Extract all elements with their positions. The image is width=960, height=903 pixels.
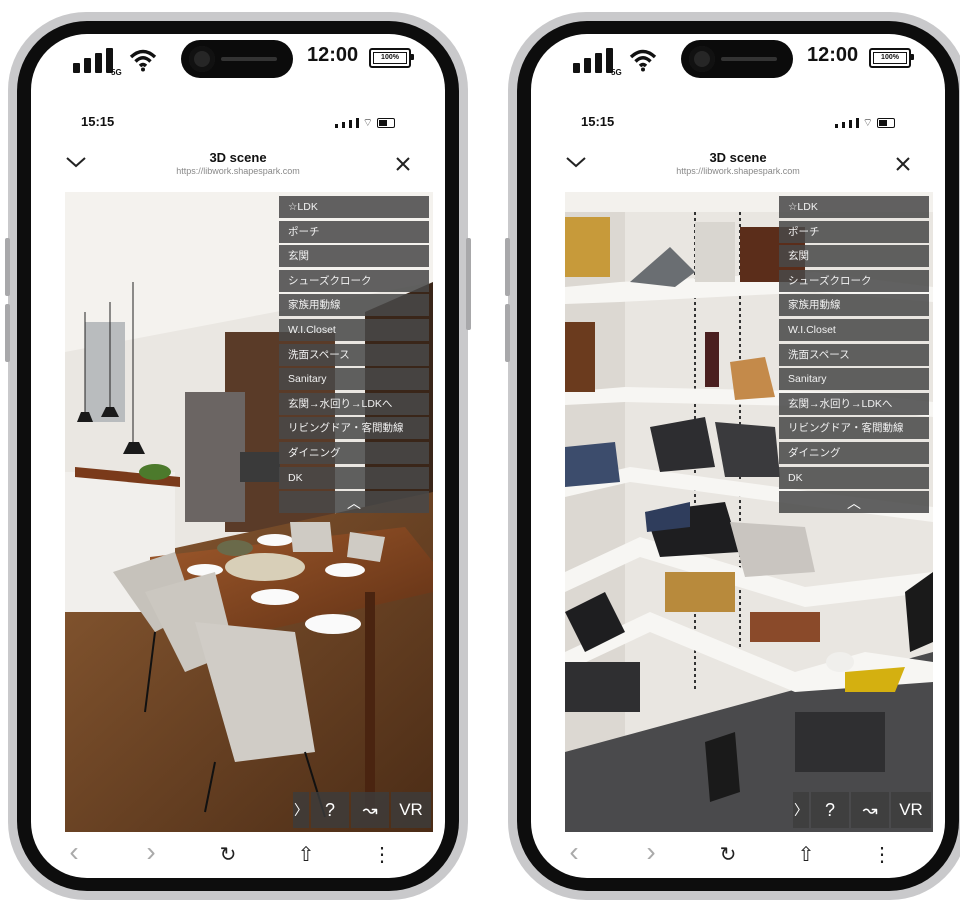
status-time: 12:00	[807, 44, 859, 66]
vr-button[interactable]: VR	[391, 792, 431, 828]
inner-status-icons: ⌔	[834, 117, 895, 129]
status-time: 12:00	[307, 44, 359, 66]
viewer-controls: 〉 ? ↝ VR	[793, 792, 931, 828]
reload-icon[interactable]: ↻	[213, 842, 243, 867]
battery-icon	[877, 118, 895, 128]
menu-item-dining[interactable]: ダイニング	[279, 441, 429, 464]
side-button	[505, 304, 510, 362]
battery-icon: 100%	[369, 48, 414, 68]
expand-button[interactable]: 〉	[793, 792, 809, 828]
forward-icon[interactable]: ›	[136, 838, 166, 866]
battery-label: 100%	[373, 52, 407, 64]
menu-item-family-route[interactable]: 家族用動線	[279, 294, 429, 317]
back-icon[interactable]: ‹	[559, 838, 589, 866]
wifi-icon	[129, 49, 157, 72]
menu-item-family-route[interactable]: 家族用動線	[779, 294, 929, 317]
viewpoint-menu: ☆LDK ポーチ 玄関 シューズクローク 家族用動線 W.I.Closet 洗面…	[779, 196, 929, 514]
help-button[interactable]: ?	[311, 792, 349, 828]
status-bar: 5G 12:00 100%	[531, 34, 945, 102]
share-icon[interactable]: ⇧	[291, 842, 321, 867]
dynamic-island	[681, 40, 793, 78]
menu-collapse-button[interactable]: ︿	[279, 491, 429, 514]
menu-item-living-door[interactable]: リビングドア・客間動線	[779, 417, 929, 440]
menu-item-entrance[interactable]: 玄関	[779, 245, 929, 268]
reload-icon[interactable]: ↻	[713, 842, 743, 867]
menu-item-entrance-to-ldk[interactable]: 玄関→水回り→LDKへ	[779, 392, 929, 415]
forward-icon[interactable]: ›	[636, 838, 666, 866]
menu-item-ldk[interactable]: ☆LDK	[279, 196, 429, 218]
menu-item-sanitary[interactable]: Sanitary	[279, 368, 429, 391]
menu-item-dk[interactable]: DK	[779, 466, 929, 489]
viewer-controls: 〉 ? ↝ VR	[293, 792, 431, 828]
menu-item-washroom[interactable]: 洗面スペース	[279, 343, 429, 366]
page-url: https://libwork.shapespark.com	[676, 166, 800, 176]
menu-collapse-button[interactable]: ︿	[779, 491, 929, 514]
network-label: 5G	[111, 68, 122, 77]
menu-item-wi-closet[interactable]: W.I.Closet	[779, 318, 929, 341]
browser-toolbar: ‹ › ↻ ⇧ ⋮	[31, 838, 445, 872]
wifi-icon	[629, 49, 657, 72]
battery-icon: 100%	[869, 48, 914, 68]
side-button	[466, 238, 471, 330]
camera-icon	[189, 46, 215, 72]
menu-item-ldk[interactable]: ☆LDK	[779, 196, 929, 218]
inner-status-time: 15:15	[581, 114, 615, 129]
menu-item-living-door[interactable]: リビングドア・客間動線	[279, 417, 429, 440]
vr-button[interactable]: VR	[891, 792, 931, 828]
signal-icon	[573, 48, 613, 73]
status-bar: 5G 12:00 100%	[31, 34, 445, 102]
wifi-icon: ⌔	[862, 117, 873, 129]
help-button[interactable]: ?	[811, 792, 849, 828]
menu-item-dining[interactable]: ダイニング	[779, 441, 929, 464]
browser-toolbar: ‹ › ↻ ⇧ ⋮	[531, 838, 945, 872]
phone-screen: 5G 12:00 100% 15:15 ⌔ 3D scene https://l…	[531, 34, 945, 878]
side-button	[5, 304, 10, 362]
more-icon[interactable]: ⋮	[867, 842, 897, 867]
menu-item-entrance[interactable]: 玄関	[279, 245, 429, 268]
browser-title-area: 3D scene https://libwork.shapespark.com	[31, 150, 445, 176]
camera-icon	[689, 46, 715, 72]
page-title: 3D scene	[709, 150, 767, 165]
close-icon[interactable]	[895, 156, 911, 172]
page-title: 3D scene	[209, 150, 267, 165]
back-icon[interactable]: ‹	[59, 838, 89, 866]
menu-item-shoe-cloak[interactable]: シューズクローク	[779, 269, 929, 292]
phone-right: 5G 12:00 100% 15:15 ⌔ 3D scene https://l…	[505, 12, 960, 900]
menu-item-porch[interactable]: ポーチ	[279, 220, 429, 243]
menu-item-shoe-cloak[interactable]: シューズクローク	[279, 269, 429, 292]
menu-item-sanitary[interactable]: Sanitary	[779, 368, 929, 391]
phone-screen: 5G 12:00 100% 15:15 ⌔ 3D scene https://l…	[31, 34, 445, 878]
battery-icon	[377, 118, 395, 128]
side-button	[5, 238, 10, 296]
browser-title-area: 3D scene https://libwork.shapespark.com	[531, 150, 945, 176]
3d-viewport[interactable]: ☆LDK ポーチ 玄関 シューズクローク 家族用動線 W.I.Closet 洗面…	[565, 192, 933, 832]
path-button[interactable]: ↝	[851, 792, 889, 828]
page-url: https://libwork.shapespark.com	[176, 166, 300, 176]
3d-viewport[interactable]: ☆LDK ポーチ 玄関 シューズクローク 家族用動線 W.I.Closet 洗面…	[65, 192, 433, 832]
expand-button[interactable]: 〉	[293, 792, 309, 828]
share-icon[interactable]: ⇧	[791, 842, 821, 867]
phone-left: 5G 12:00 100% 15:15 ⌔ 3D scene https://l…	[5, 12, 471, 900]
viewpoint-menu: ☆LDK ポーチ 玄関 シューズクローク 家族用動線 W.I.Closet 洗面…	[279, 196, 429, 514]
wifi-icon: ⌔	[362, 117, 373, 129]
signal-icon	[73, 48, 113, 73]
more-icon[interactable]: ⋮	[367, 842, 397, 867]
menu-item-dk[interactable]: DK	[279, 466, 429, 489]
inner-status-time: 15:15	[81, 114, 115, 129]
close-icon[interactable]	[395, 156, 411, 172]
network-label: 5G	[611, 68, 622, 77]
side-button	[505, 238, 510, 296]
menu-item-washroom[interactable]: 洗面スペース	[779, 343, 929, 366]
path-button[interactable]: ↝	[351, 792, 389, 828]
dynamic-island	[181, 40, 293, 78]
inner-status-icons: ⌔	[334, 117, 395, 129]
menu-item-porch[interactable]: ポーチ	[779, 220, 929, 243]
menu-item-wi-closet[interactable]: W.I.Closet	[279, 318, 429, 341]
battery-label: 100%	[873, 52, 907, 64]
menu-item-entrance-to-ldk[interactable]: 玄関→水回り→LDKへ	[279, 392, 429, 415]
